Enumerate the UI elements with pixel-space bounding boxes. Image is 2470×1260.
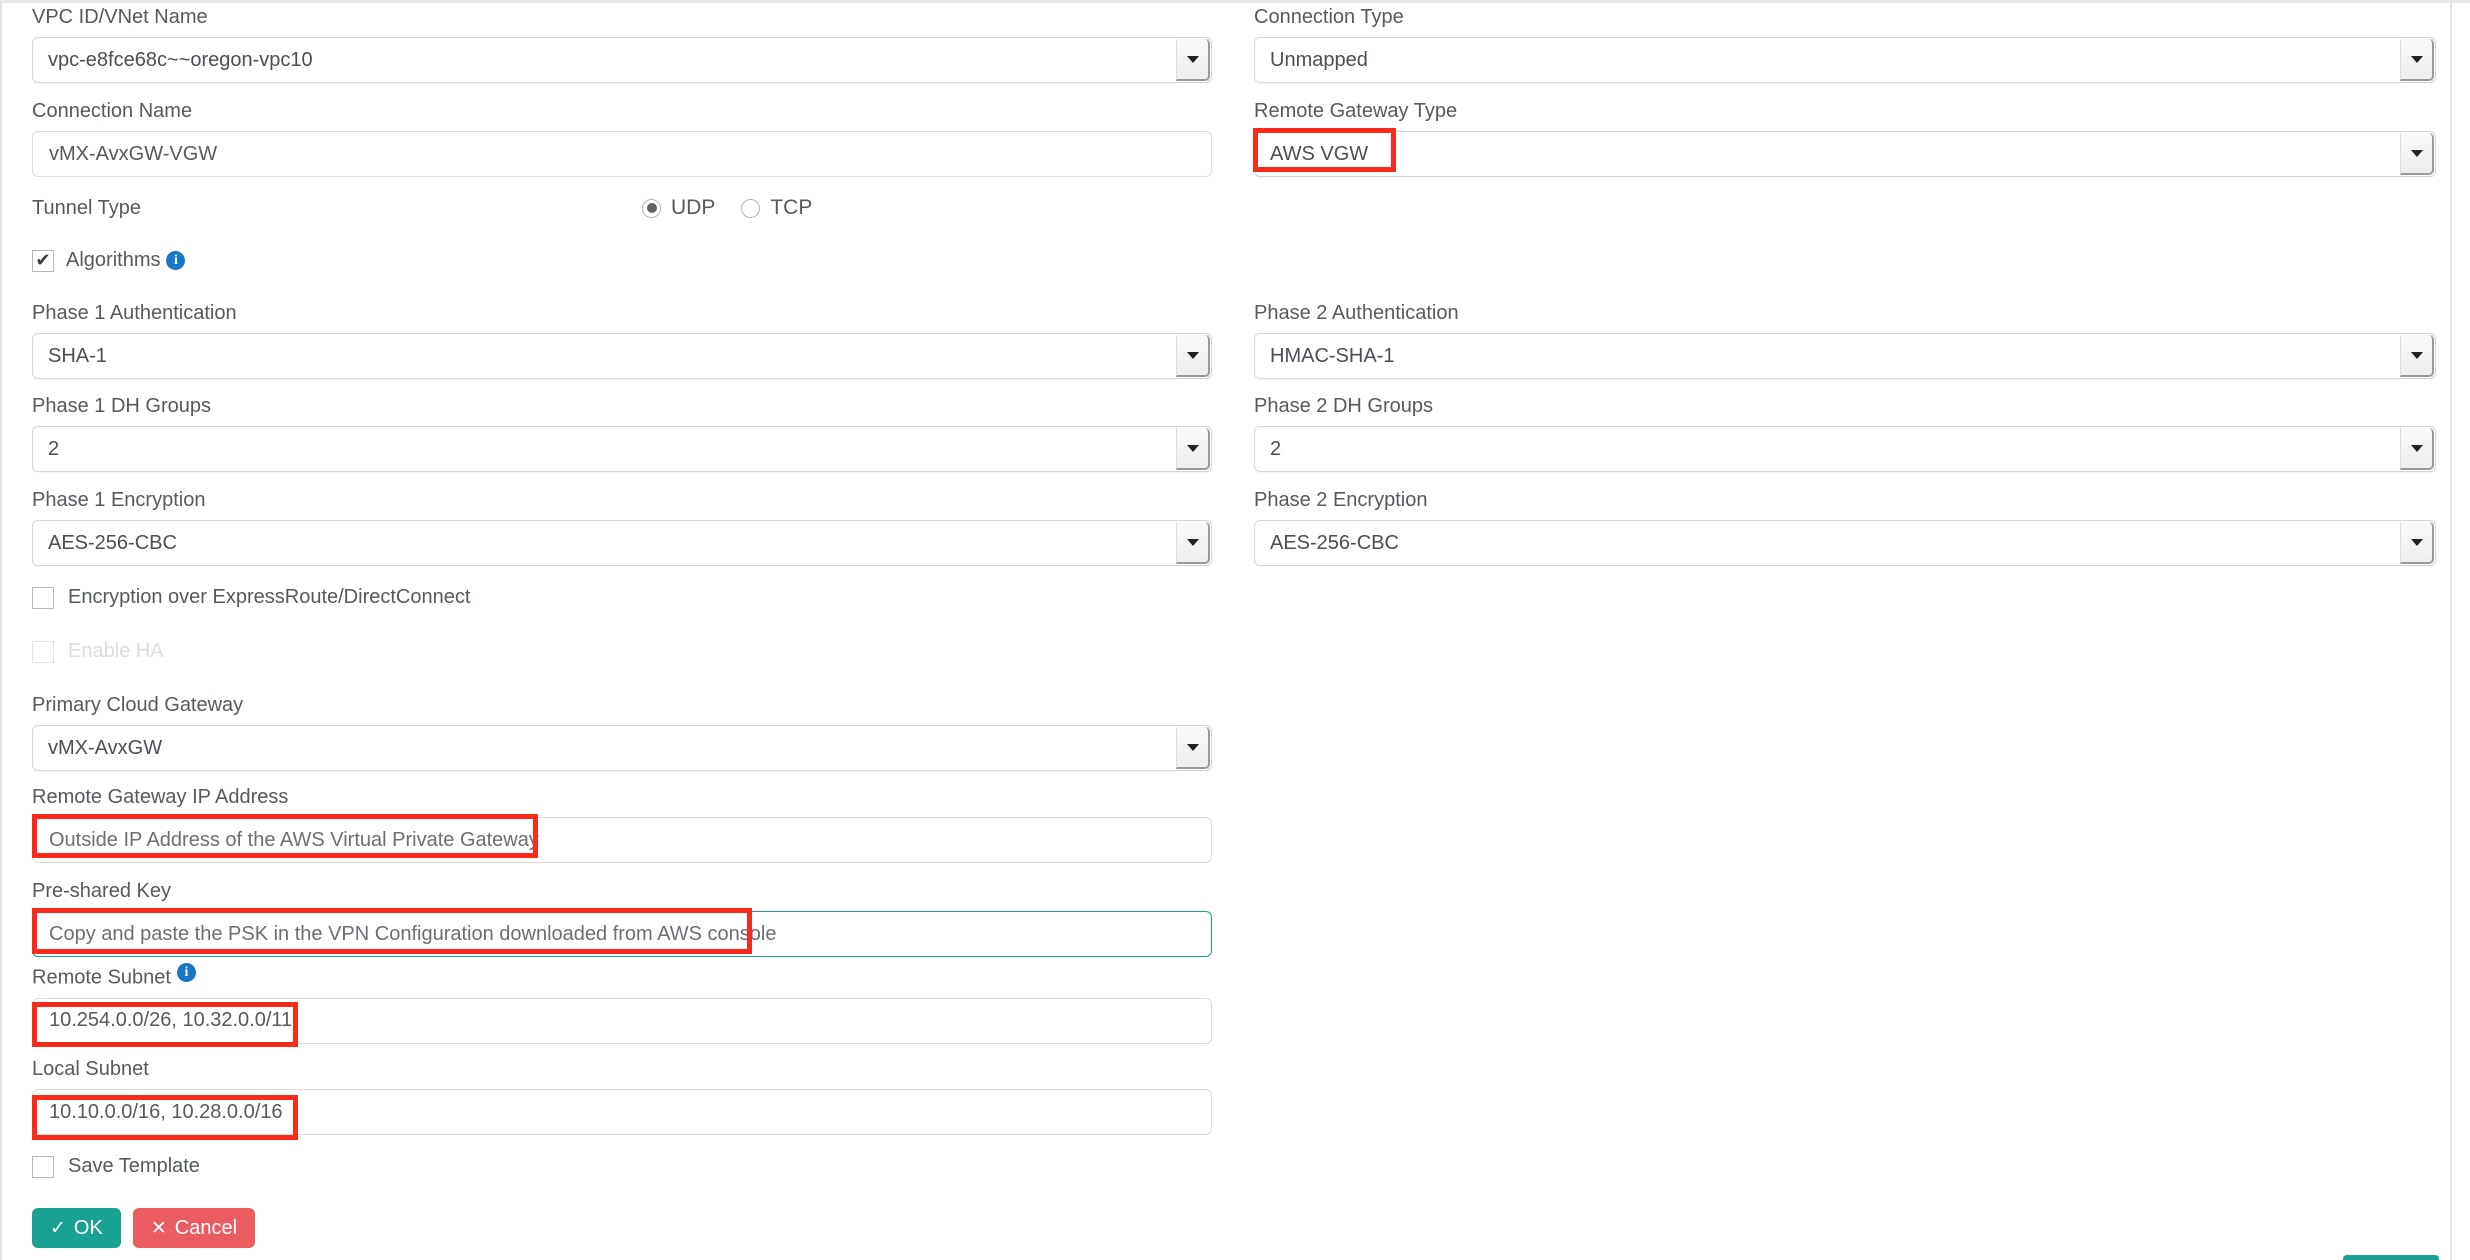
save-template-checkbox[interactable] [32, 1156, 54, 1178]
chevron-down-icon[interactable] [2400, 335, 2434, 377]
chevron-down-icon[interactable] [2400, 39, 2434, 81]
field-phase1-enc: Phase 1 Encryption AES-256-CBC [32, 488, 1212, 566]
field-local-subnet: Local Subnet 10.10.0.0/16, 10.28.0.0/16 [32, 1057, 1212, 1135]
pre-shared-key-label: Pre-shared Key [32, 879, 1212, 903]
field-tunnel-type: Tunnel Type UDP TCP [32, 193, 1212, 223]
phase1-auth-value: SHA-1 [48, 345, 107, 368]
remote-subnet-label: Remote Subnet i [32, 963, 1212, 990]
remote-gateway-ip-input[interactable]: Outside IP Address of the AWS Virtual Pr… [32, 817, 1212, 863]
ok-button[interactable]: ✓ OK [32, 1208, 121, 1248]
vpc-name-select[interactable]: vpc-e8fce68c~~oregon-vpc10 [32, 37, 1212, 83]
phase2-dh-label: Phase 2 DH Groups [1254, 394, 2436, 418]
radio-tcp[interactable]: TCP [741, 196, 812, 220]
chevron-down-icon[interactable] [1176, 522, 1210, 564]
field-save-template: Save Template [32, 1155, 432, 1178]
encryption-over-er-label: Encryption over ExpressRoute/DirectConne… [68, 586, 470, 609]
field-algorithms: ✔ Algorithms i [32, 249, 432, 272]
bottom-partial-button[interactable] [2343, 1255, 2439, 1260]
close-icon: ✕ [151, 1217, 167, 1239]
phase1-auth-select[interactable]: SHA-1 [32, 333, 1212, 379]
radio-tcp-indicator[interactable] [741, 199, 760, 218]
field-phase2-dh: Phase 2 DH Groups 2 [1254, 394, 2436, 472]
algorithms-checkbox[interactable]: ✔ [32, 250, 54, 272]
radio-udp-label: UDP [671, 196, 715, 220]
chevron-down-icon[interactable] [2400, 428, 2434, 470]
field-remote-subnet: Remote Subnet i 10.254.0.0/26, 10.32.0.0/… [32, 963, 1212, 1044]
action-buttons: ✓ OK ✕ Cancel [32, 1208, 255, 1248]
remote-subnet-input[interactable]: 10.254.0.0/26, 10.32.0.0/11 [32, 998, 1212, 1044]
radio-udp-indicator[interactable] [642, 199, 661, 218]
field-connection-type: Connection Type Unmapped [1254, 5, 2436, 83]
phase2-enc-label: Phase 2 Encryption [1254, 488, 2436, 512]
remote-subnet-label-text: Remote Subnet [32, 967, 171, 989]
phase1-enc-value: AES-256-CBC [48, 532, 177, 555]
vpc-name-label: VPC ID/VNet Name [32, 5, 1212, 29]
chevron-down-icon[interactable] [1176, 335, 1210, 377]
connection-name-label: Connection Name [32, 99, 1212, 123]
field-phase2-auth: Phase 2 Authentication HMAC-SHA-1 [1254, 301, 2436, 379]
pre-shared-key-input[interactable]: Copy and paste the PSK in the VPN Config… [32, 911, 1212, 957]
remote-gateway-ip-label: Remote Gateway IP Address [32, 785, 1212, 809]
field-encryption-over-er: Encryption over ExpressRoute/DirectConne… [32, 586, 732, 609]
chevron-down-icon[interactable] [1176, 727, 1210, 769]
phase2-enc-select[interactable]: AES-256-CBC [1254, 520, 2436, 566]
local-subnet-label: Local Subnet [32, 1057, 1212, 1081]
algorithms-label: Algorithms [66, 249, 160, 272]
primary-cloud-gateway-select[interactable]: vMX-AvxGW [32, 725, 1212, 771]
field-pre-shared-key: Pre-shared Key Copy and paste the PSK in… [32, 879, 1212, 957]
chevron-down-icon[interactable] [2400, 133, 2434, 175]
phase2-dh-select[interactable]: 2 [1254, 426, 2436, 472]
phase2-auth-label: Phase 2 Authentication [1254, 301, 2436, 325]
ok-button-label: OK [74, 1217, 103, 1240]
vpc-name-value: vpc-e8fce68c~~oregon-vpc10 [48, 49, 313, 72]
phase1-enc-select[interactable]: AES-256-CBC [32, 520, 1212, 566]
phase1-auth-label: Phase 1 Authentication [32, 301, 1212, 325]
encryption-over-er-checkbox[interactable] [32, 587, 54, 609]
save-template-label: Save Template [68, 1155, 200, 1178]
tunnel-type-label: Tunnel Type [32, 196, 642, 220]
connection-name-input[interactable]: vMX-AvxGW-VGW [32, 131, 1212, 177]
cancel-button[interactable]: ✕ Cancel [133, 1208, 255, 1248]
connection-type-label: Connection Type [1254, 5, 2436, 29]
enable-ha-checkbox [32, 641, 54, 663]
field-connection-name: Connection Name vMX-AvxGW-VGW [32, 99, 1212, 177]
primary-cloud-gateway-label: Primary Cloud Gateway [32, 693, 1212, 717]
vpn-connection-form: VPC ID/VNet Name vpc-e8fce68c~~oregon-vp… [0, 0, 2470, 1260]
field-phase1-auth: Phase 1 Authentication SHA-1 [32, 301, 1212, 379]
info-icon[interactable]: i [166, 251, 185, 270]
remote-gateway-type-label: Remote Gateway Type [1254, 99, 2436, 123]
check-icon: ✓ [50, 1217, 66, 1239]
phase1-dh-value: 2 [48, 438, 59, 461]
primary-cloud-gateway-value: vMX-AvxGW [48, 737, 162, 760]
phase1-dh-select[interactable]: 2 [32, 426, 1212, 472]
phase2-dh-value: 2 [1270, 438, 1281, 461]
field-remote-gateway-type: Remote Gateway Type AWS VGW [1254, 99, 2436, 177]
chevron-down-icon[interactable] [2400, 522, 2434, 564]
phase2-auth-select[interactable]: HMAC-SHA-1 [1254, 333, 2436, 379]
chevron-down-icon[interactable] [1176, 39, 1210, 81]
remote-gateway-type-value: AWS VGW [1270, 143, 1368, 166]
phase1-enc-label: Phase 1 Encryption [32, 488, 1212, 512]
radio-udp[interactable]: UDP [642, 196, 715, 220]
cancel-button-label: Cancel [175, 1217, 237, 1240]
info-icon[interactable]: i [177, 963, 196, 982]
phase2-auth-value: HMAC-SHA-1 [1270, 345, 1394, 368]
field-phase1-dh: Phase 1 DH Groups 2 [32, 394, 1212, 472]
connection-type-value: Unmapped [1270, 49, 1368, 72]
enable-ha-label: Enable HA [68, 640, 164, 663]
field-primary-cloud-gateway: Primary Cloud Gateway vMX-AvxGW [32, 693, 1212, 771]
remote-gateway-type-select[interactable]: AWS VGW [1254, 131, 2436, 177]
right-rail-divider [2450, 3, 2470, 1260]
connection-type-select[interactable]: Unmapped [1254, 37, 2436, 83]
radio-tcp-label: TCP [770, 196, 812, 220]
phase2-enc-value: AES-256-CBC [1270, 532, 1399, 555]
field-phase2-enc: Phase 2 Encryption AES-256-CBC [1254, 488, 2436, 566]
field-enable-ha: Enable HA [32, 640, 432, 663]
local-subnet-input[interactable]: 10.10.0.0/16, 10.28.0.0/16 [32, 1089, 1212, 1135]
chevron-down-icon[interactable] [1176, 428, 1210, 470]
field-remote-gateway-ip: Remote Gateway IP Address Outside IP Add… [32, 785, 1212, 863]
phase1-dh-label: Phase 1 DH Groups [32, 394, 1212, 418]
field-vpc-name: VPC ID/VNet Name vpc-e8fce68c~~oregon-vp… [32, 5, 1212, 83]
